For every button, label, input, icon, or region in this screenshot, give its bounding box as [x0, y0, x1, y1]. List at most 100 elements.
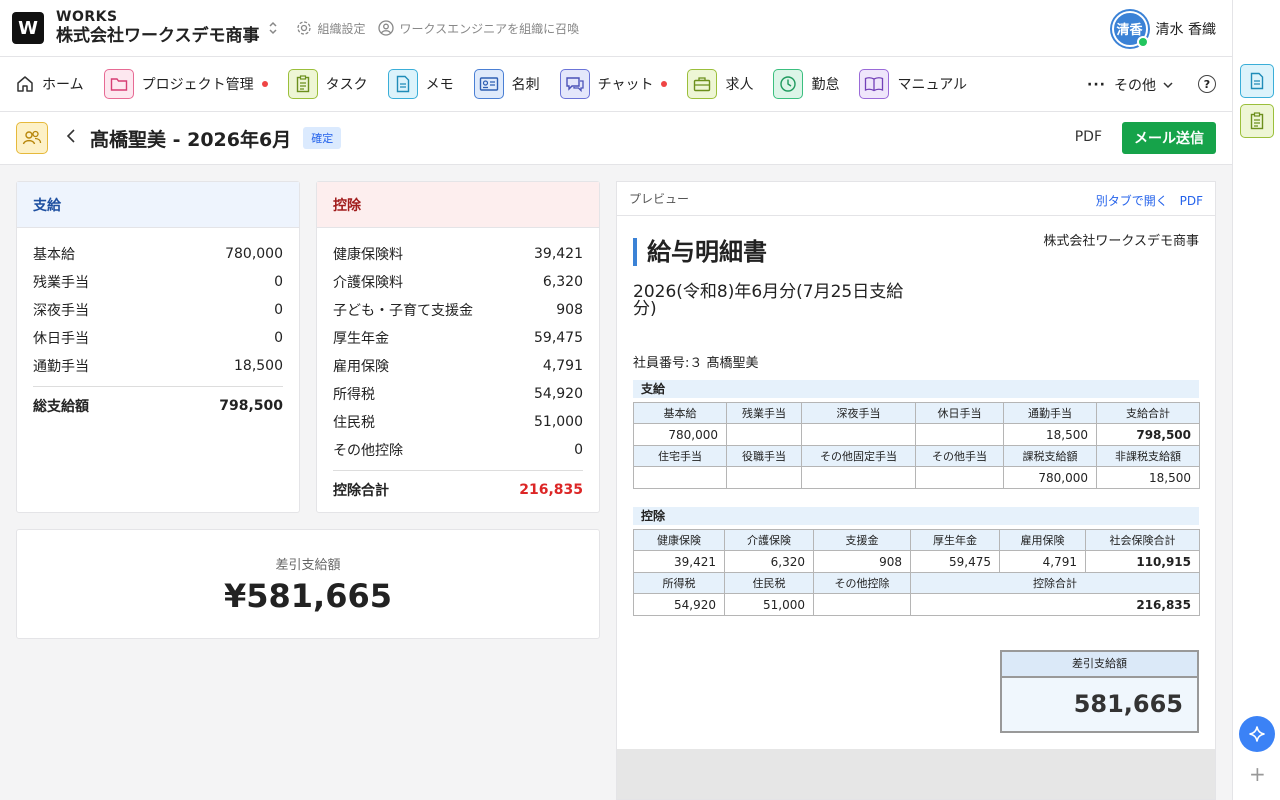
- table-header-cell: 健康保険: [633, 529, 725, 551]
- invite-link[interactable]: ワークスエンジニアを組織に召喚: [377, 20, 580, 37]
- notification-dot: [661, 81, 668, 87]
- table-header-cell: その他固定手当: [801, 445, 916, 467]
- table-cell: 59,475: [910, 550, 1000, 573]
- org-settings-link[interactable]: 組織設定: [296, 20, 366, 37]
- table-cell: [801, 423, 916, 446]
- row-value: 908: [556, 302, 583, 318]
- nav-item-project[interactable]: プロジェクト管理: [103, 69, 268, 99]
- deduction-row: 子ども・子育て支援金 908: [317, 296, 599, 324]
- row-label: その他控除: [333, 443, 403, 459]
- rail-document-button[interactable]: [1240, 64, 1274, 98]
- table-cell: 6,320: [724, 550, 814, 573]
- row-value: 18,500: [234, 358, 283, 374]
- table-cell: 216,835: [910, 593, 1200, 616]
- avatar[interactable]: 清香: [1111, 10, 1149, 48]
- back-icon[interactable]: [66, 128, 76, 149]
- users-icon: [16, 122, 48, 154]
- payment-row: 残業手当 0: [17, 268, 299, 296]
- preview-pdf-link[interactable]: PDF: [1180, 194, 1203, 208]
- nav-more-menu[interactable]: ··· その他: [1087, 57, 1174, 112]
- row-label: 通勤手当: [33, 359, 89, 375]
- clipboard-icon: [1250, 112, 1264, 130]
- clock-icon: [773, 69, 804, 99]
- org-switch-icon[interactable]: [268, 20, 278, 36]
- user-menu[interactable]: 清香 清水 香織: [1111, 0, 1232, 57]
- row-label: 基本給: [33, 247, 75, 263]
- nav-item-business-card[interactable]: 名刺: [473, 69, 540, 99]
- help-icon[interactable]: ?: [1198, 75, 1216, 93]
- table-cell: 18,500: [1096, 466, 1200, 489]
- nav-item-manual[interactable]: マニュアル: [859, 69, 967, 99]
- nav-item-memo[interactable]: メモ: [387, 69, 454, 99]
- table-cell: 780,000: [633, 423, 727, 446]
- user-name: 清水 香織: [1155, 21, 1216, 38]
- more-icon: ···: [1087, 76, 1106, 93]
- row-label: 残業手当: [33, 275, 89, 291]
- table-header-cell: その他手当: [915, 445, 1004, 467]
- table-cell: 18,500: [1003, 423, 1097, 446]
- preview-label: プレビュー: [629, 192, 690, 206]
- table-cell: 780,000: [1003, 466, 1097, 489]
- document-icon: [1250, 72, 1264, 90]
- table-header-cell: 控除合計: [910, 572, 1200, 594]
- row-value: 51,000: [534, 414, 583, 430]
- table-cell: [915, 423, 1004, 446]
- row-label: 深夜手当: [33, 303, 89, 319]
- status-badge: 確定: [303, 127, 342, 149]
- ai-assistant-button[interactable]: [1239, 716, 1275, 752]
- nav-item-task[interactable]: タスク: [287, 69, 368, 99]
- payment-row: 基本給 780,000: [17, 240, 299, 268]
- payment-row: 深夜手当 0: [17, 296, 299, 324]
- id-card-icon: [473, 69, 504, 99]
- row-value: 59,475: [534, 330, 583, 346]
- user-icon: [377, 20, 394, 36]
- table-header-cell: 厚生年金: [910, 529, 1000, 551]
- nav-item-chat[interactable]: チャット: [559, 69, 668, 99]
- net-pay-value: ¥581,665: [223, 576, 392, 615]
- pdf-button[interactable]: PDF: [1075, 129, 1102, 145]
- payslip-company: 株式会社ワークスデモ商事: [1043, 234, 1199, 249]
- online-status-icon: [1136, 35, 1149, 48]
- row-label: 介護保険料: [333, 275, 403, 291]
- table-header-cell: 課税支給額: [1003, 445, 1097, 467]
- row-label: 健康保険料: [333, 247, 403, 263]
- payslip-sheet: 給与明細書 株式会社ワークスデモ商事 2026(令和8)年6月分(7月25日支給…: [617, 216, 1215, 749]
- add-icon[interactable]: +: [1249, 762, 1266, 786]
- nav-label: 求人: [725, 77, 754, 93]
- table-cell: [813, 593, 911, 616]
- works-logo[interactable]: W: [12, 12, 44, 44]
- payslip-deduction-table: 健康保険 介護保険 支援金 厚生年金 雇用保険 社会保険合計 39,421 6,…: [633, 529, 1200, 616]
- row-value: 0: [274, 274, 283, 290]
- row-value: 0: [274, 330, 283, 346]
- nav-label: ホーム: [42, 77, 84, 93]
- page-header: 髙橋聖美 - 2026年6月 確定 PDF メール送信: [0, 112, 1232, 165]
- table-cell: 4,791: [999, 550, 1086, 573]
- invite-label: ワークスエンジニアを組織に召喚: [399, 21, 580, 36]
- table-cell: 908: [813, 550, 911, 573]
- nav-label: マニュアル: [897, 77, 968, 93]
- nav-item-attendance[interactable]: 勤怠: [773, 69, 839, 99]
- table-header-cell: 非課税支給額: [1096, 445, 1200, 467]
- payment-row: 休日手当 0: [17, 324, 299, 352]
- table-cell: 110,915: [1085, 550, 1200, 573]
- row-label: 住民税: [333, 415, 375, 431]
- nav-item-jobs[interactable]: 求人: [687, 69, 753, 99]
- gear-icon: [296, 21, 311, 35]
- table-header-cell: その他控除: [813, 572, 911, 594]
- nav-more-label: その他: [1114, 77, 1156, 94]
- payment-total-row: 総支給額 798,500: [33, 386, 283, 424]
- row-label: 厚生年金: [333, 331, 389, 347]
- nav-label: 名刺: [511, 77, 540, 93]
- sparkle-icon: [1249, 726, 1265, 742]
- table-cell: 54,920: [633, 593, 725, 616]
- table-header-cell: 所得税: [633, 572, 725, 594]
- org-name[interactable]: 株式会社ワークスデモ商事: [56, 27, 260, 46]
- nav-item-home[interactable]: ホーム: [16, 74, 84, 94]
- table-header-cell: 住民税: [724, 572, 814, 594]
- open-new-tab-link[interactable]: 別タブで開く: [1096, 194, 1168, 208]
- row-value: 0: [574, 442, 583, 458]
- send-mail-button[interactable]: メール送信: [1122, 122, 1216, 154]
- payslip-pay-table: 基本給 残業手当 深夜手当 休日手当 通勤手当 支給合計 780,000 18,…: [633, 402, 1200, 489]
- preview-toolbar: プレビュー 別タブで開く PDF: [617, 182, 1215, 216]
- rail-clipboard-button[interactable]: [1240, 104, 1274, 138]
